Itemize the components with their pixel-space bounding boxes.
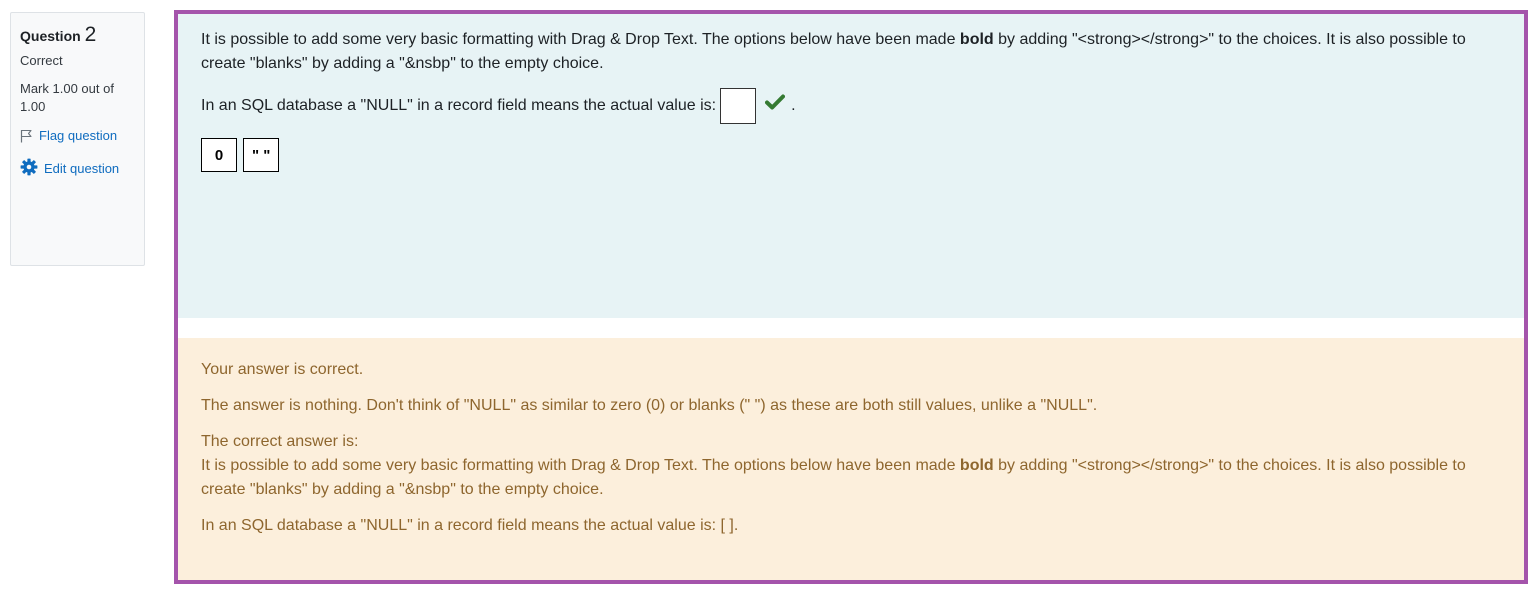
- flag-question-link[interactable]: Flag question: [20, 126, 136, 148]
- choice-bank: 0 " ": [201, 138, 1501, 172]
- question-intro: It is possible to add some very basic fo…: [201, 28, 1501, 76]
- question-content: It is possible to add some very basic fo…: [174, 10, 1528, 584]
- question-state: Correct: [20, 53, 63, 68]
- edit-question-label: Edit question: [44, 161, 120, 176]
- flag-icon: [20, 129, 33, 148]
- general-feedback: The answer is nothing. Don't think of "N…: [201, 397, 1098, 414]
- right-answer: The correct answer is: It is possible to…: [201, 430, 1501, 538]
- edit-question-link[interactable]: Edit question: [20, 158, 136, 181]
- gear-icon: [20, 158, 38, 181]
- feedback-outcome: Your answer is correct. The answer is no…: [178, 338, 1524, 580]
- drop-zone[interactable]: [720, 88, 757, 124]
- question-number: 2: [84, 23, 97, 46]
- question-intro-bold: bold: [959, 31, 994, 48]
- question-number-heading: Question 2: [20, 23, 136, 48]
- question-intro-text-1: It is possible to add some very basic fo…: [201, 31, 960, 48]
- right-answer-body: It is possible to add some very basic fo…: [201, 454, 1501, 538]
- draggable-choice-blank[interactable]: " ": [243, 138, 280, 172]
- flag-question-label: Flag question: [39, 128, 118, 143]
- question-label: Question: [20, 28, 81, 44]
- right-answer-sentence: In an SQL database a "NULL" in a record …: [201, 517, 739, 534]
- question-prompt: In an SQL database a "NULL" in a record …: [201, 97, 717, 114]
- right-answer-label: The correct answer is:: [201, 433, 359, 450]
- prompt-period: .: [791, 97, 796, 114]
- right-answer-text: It is possible to add some very basic fo…: [201, 454, 1501, 502]
- right-answer-text-1: It is possible to add some very basic fo…: [201, 457, 960, 474]
- correct-message: Your answer is correct.: [201, 361, 364, 378]
- question-grade: Mark 1.00 out of 1.00: [20, 81, 114, 114]
- right-answer-bold: bold: [959, 457, 994, 474]
- draggable-choice-zero[interactable]: 0: [201, 138, 237, 172]
- question-formulation: It is possible to add some very basic fo…: [178, 14, 1524, 318]
- question-prompt-line: In an SQL database a "NULL" in a record …: [201, 88, 1501, 124]
- question-info-panel: Question 2 Correct Mark 1.00 out of 1.00 …: [10, 12, 145, 266]
- check-icon: [765, 92, 786, 120]
